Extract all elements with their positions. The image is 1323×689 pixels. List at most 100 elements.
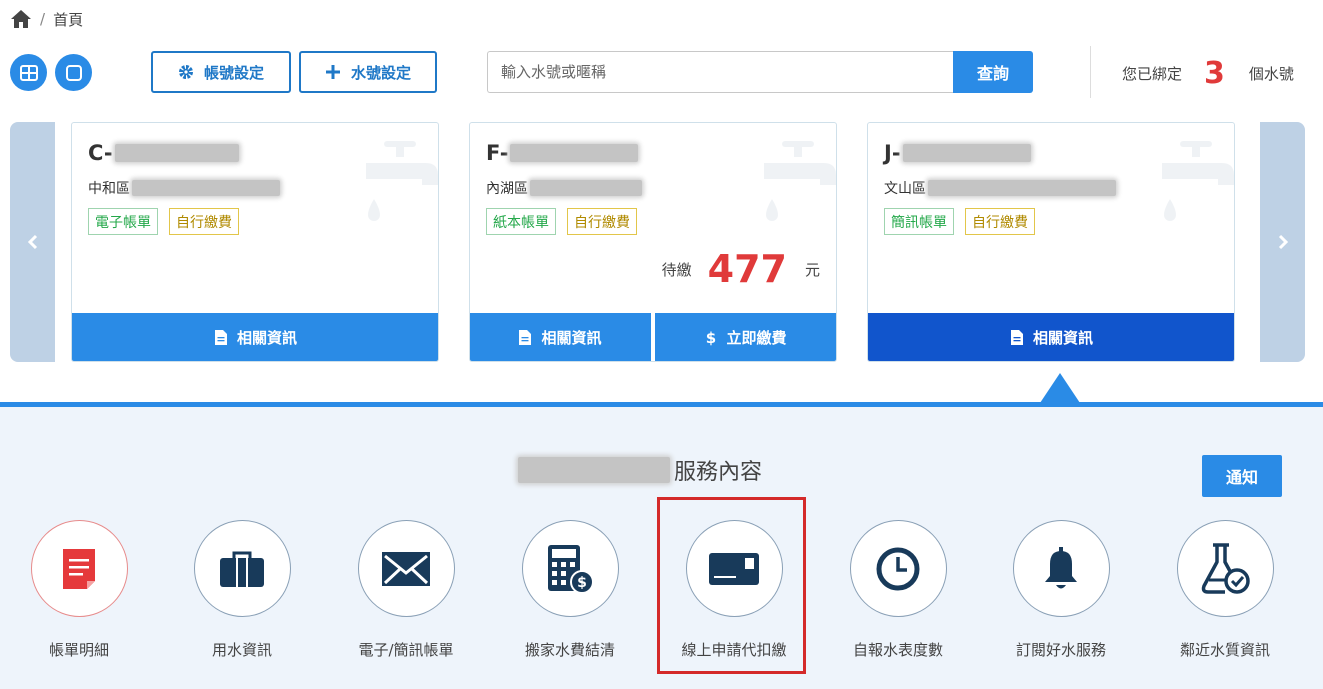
service-label: 電子/簡訊帳單 [358,641,454,659]
selected-card-pointer [1040,373,1080,403]
service-circle [1012,520,1110,617]
service-water-quality[interactable]: 鄰近水質資訊 [1160,520,1290,660]
service-label: 訂閱好水服務 [1015,641,1106,659]
related-info-label: 相關資訊 [236,329,297,347]
account-prefix: C- [88,141,113,165]
faucet-icon [764,141,836,221]
account-settings-label: 帳號設定 [203,63,264,82]
plus-icon [325,65,340,79]
single-view-button[interactable] [55,54,92,91]
service-circle [849,520,947,617]
bill-icon [63,548,95,589]
chevron-right-icon [1278,234,1288,250]
gear-icon [178,65,193,79]
district: 文山區 [884,181,926,197]
service-circle [357,520,455,617]
bill-type-tag: 紙本帳單 [486,208,556,235]
clock-icon [876,547,920,590]
account-number: C- [88,141,239,165]
payment-type-tag: 自行繳費 [567,208,637,235]
faucet-icon [366,141,438,221]
redacted-account-number [114,144,239,162]
bell-icon [1045,546,1077,588]
service-meter-reading[interactable]: 自報水表度數 [833,520,963,660]
redacted-address [132,180,280,196]
grid-view-button[interactable] [10,54,47,91]
service-label: 帳單明細 [48,641,109,659]
service-label: 用水資訊 [211,641,272,659]
breadcrumb-current: 首頁 [53,10,84,29]
account-address: 中和區 [88,178,280,198]
due-label: 待繳 [661,260,692,279]
services-title-text: 服務內容 [674,460,763,485]
briefcase-icon [220,551,264,587]
document-icon [1010,330,1023,345]
pay-now-button[interactable]: $ 立即繳費 [655,313,836,361]
water-account-card: F- 內湖區 紙本帳單 自行繳費 待繳 477 元 相關資訊 $ 立即繳費 [469,122,837,362]
service-circle [30,520,128,617]
square-icon [65,64,82,81]
related-info-button[interactable]: 相關資訊 [72,313,438,361]
home-icon[interactable] [10,9,32,29]
redacted-address [928,180,1116,196]
service-circle: $ [521,520,619,617]
redacted-account-number [510,144,639,162]
search-button[interactable]: 查詢 [953,51,1033,93]
service-move-settlement[interactable]: $ 搬家水費結清 [505,520,635,660]
due-amount: 477 [707,247,787,291]
account-number: J- [884,141,1031,165]
related-info-label: 相關資訊 [1032,329,1093,347]
related-info-button[interactable]: 相關資訊 [868,313,1234,361]
redacted-address [530,180,642,196]
water-account-card: C- 中和區 電子帳單 自行繳費 相關資訊 [71,122,439,362]
svg-text:$: $ [577,575,587,591]
carousel-prev-button[interactable] [10,122,55,362]
grid-icon [19,64,38,81]
document-icon [214,330,227,345]
search-input[interactable] [487,51,954,93]
payment-type-tag: 自行繳費 [965,208,1035,235]
bound-suffix: 個水號 [1248,64,1294,83]
bill-type-tag: 電子帳單 [88,208,158,235]
service-label: 鄰近水質資訊 [1179,641,1270,659]
related-info-button[interactable]: 相關資訊 [470,313,651,361]
chevron-left-icon [27,234,37,250]
account-address: 文山區 [884,178,1116,198]
account-address: 內湖區 [486,178,642,198]
service-water-usage[interactable]: 用水資訊 [177,520,307,660]
carousel-next-button[interactable] [1260,122,1305,362]
bound-count: 3 [1204,55,1225,91]
service-subscribe[interactable]: 訂閱好水服務 [996,520,1126,660]
amount-due: 待繳 477 元 [662,247,820,291]
water-settings-label: 水號設定 [350,63,411,82]
notify-button[interactable]: 通知 [1202,455,1282,497]
district: 中和區 [88,181,130,197]
pay-now-label: 立即繳費 [726,329,787,347]
bound-prefix: 您已綁定 [1122,64,1183,83]
breadcrumb: / 首頁 [10,6,83,32]
account-number: F- [486,141,639,165]
account-settings-button[interactable]: 帳號設定 [151,51,291,93]
service-label: 自報水表度數 [852,641,943,659]
service-label: 搬家水費結清 [524,641,615,659]
related-info-label: 相關資訊 [541,329,602,347]
service-e-bill[interactable]: 電子/簡訊帳單 [341,520,471,660]
water-account-card: J- 文山區 簡訊帳單 自行繳費 相關資訊 [867,122,1235,362]
services-title: 服務內容 [518,454,762,486]
svg-text:$: $ [706,330,716,346]
service-circle [1176,520,1274,617]
redacted-account-number [902,144,1031,162]
account-prefix: J- [884,141,901,165]
payment-type-tag: 自行繳費 [169,208,239,235]
service-bill-details[interactable]: 帳單明細 [14,520,144,660]
highlight-box [657,497,806,674]
due-unit: 元 [804,260,820,279]
redacted-account-name [518,457,670,483]
bound-count-info: 您已綁定 3 個水號 [1122,55,1294,91]
breadcrumb-separator: / [40,10,46,28]
envelope-icon [382,551,430,586]
account-prefix: F- [486,141,509,165]
bill-type-tag: 簡訊帳單 [884,208,954,235]
calculator-icon: $ [548,544,594,594]
water-settings-button[interactable]: 水號設定 [299,51,437,93]
